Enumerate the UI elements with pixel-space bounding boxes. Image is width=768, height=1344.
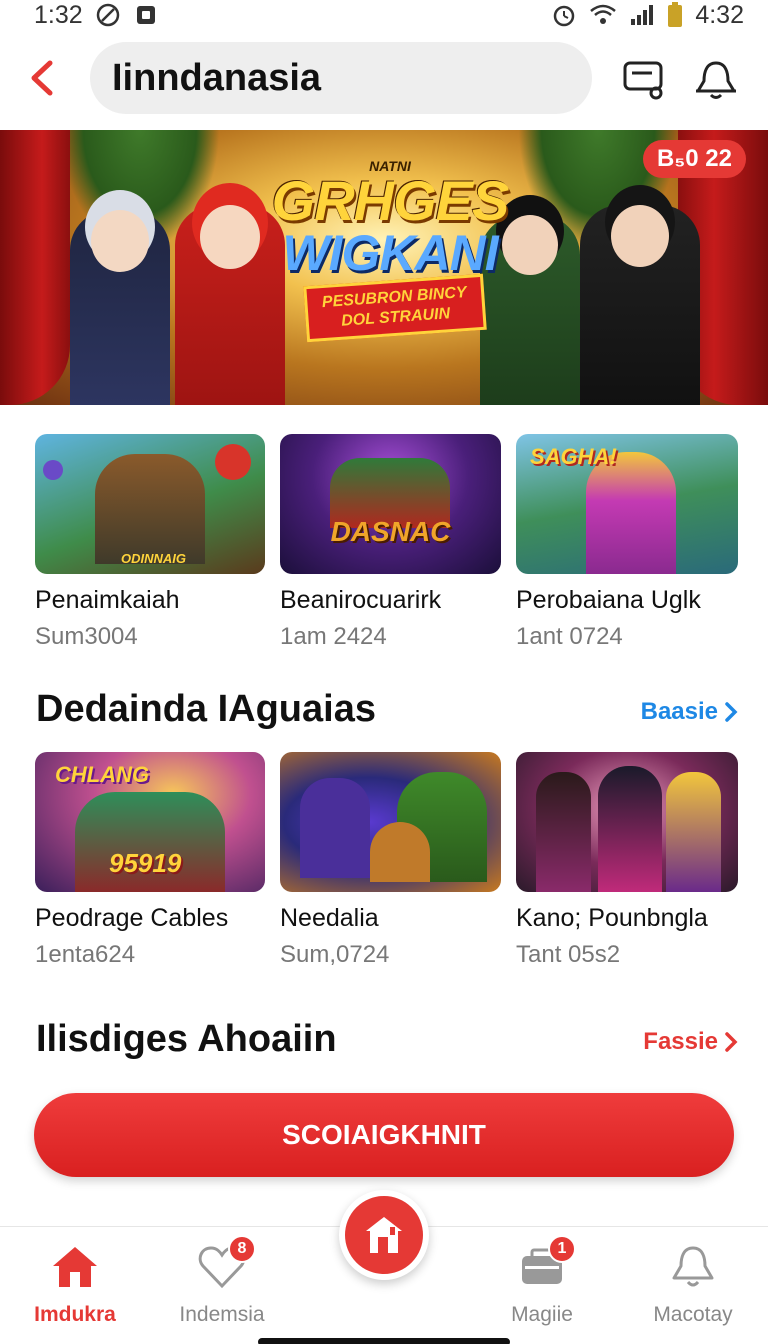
game-thumbnail: SAGHA! bbox=[516, 434, 738, 574]
search-value: Iinndanasia bbox=[112, 56, 322, 99]
thumbnail-logo: DASNAC bbox=[330, 516, 451, 547]
battery-icon bbox=[667, 2, 683, 28]
nav-label-notifications: Macotay bbox=[653, 1303, 733, 1326]
curtain-left-decoration bbox=[0, 130, 70, 405]
see-all-label: Baasie bbox=[640, 698, 718, 725]
game-card[interactable]: SAGHA! Perobaiana Uglk 1ant 0724 bbox=[516, 434, 738, 651]
nav-item-notifications[interactable]: Macotay bbox=[638, 1241, 748, 1327]
hero-badge: B₅0 22 bbox=[642, 140, 746, 178]
notifications-button[interactable] bbox=[692, 58, 740, 102]
section-title: Ilisdiges Ahoaiin bbox=[36, 1018, 337, 1060]
see-all-label: Fassie bbox=[643, 1028, 718, 1055]
game-subtitle: Tant 05s2 bbox=[516, 941, 621, 968]
game-thumbnail bbox=[516, 752, 738, 892]
game-title: Peodrage Cables bbox=[35, 904, 229, 932]
back-arrow-icon bbox=[31, 60, 53, 96]
game-thumbnail: DASNAC bbox=[280, 434, 501, 574]
thumbnail-logo: ODINNAIG bbox=[121, 551, 186, 566]
hero-title-line-2: WIGKANI bbox=[282, 225, 498, 281]
game-thumbnail: ODINNAIG bbox=[35, 434, 265, 574]
search-field[interactable]: Iinndanasia bbox=[90, 42, 592, 114]
nav-item-home[interactable]: Imdukra bbox=[20, 1241, 130, 1327]
notification-badge: 8 bbox=[228, 1235, 256, 1263]
see-all-link[interactable]: Baasie bbox=[641, 698, 738, 726]
thumbnail-logo: CHLANG bbox=[55, 762, 150, 787]
notification-badge: 1 bbox=[548, 1235, 576, 1263]
home-indicator bbox=[258, 1338, 510, 1344]
bell-outline-icon bbox=[665, 1241, 721, 1293]
bell-icon bbox=[696, 61, 736, 99]
back-button[interactable] bbox=[22, 56, 62, 100]
status-time-left: 1:32 bbox=[34, 0, 83, 29]
hero-banner[interactable]: NATNI GRHGES WIGKANI PESUBRON BINCY DOL … bbox=[0, 130, 768, 405]
hero-title-line-1: GRHGES bbox=[271, 169, 510, 232]
game-title: Perobaiana Uglk bbox=[516, 586, 701, 614]
hero-character-1 bbox=[70, 210, 170, 405]
game-card[interactable]: CHLANG 95919 Peodrage Cables 1enta624 bbox=[35, 752, 265, 969]
home-icon bbox=[47, 1241, 103, 1293]
game-title: Beanirocuarirk bbox=[280, 586, 442, 614]
store-icon bbox=[366, 1217, 402, 1253]
game-card[interactable]: ODINNAIG Penaimkaiah Sum3004 bbox=[35, 434, 265, 651]
game-subtitle: Sum3004 bbox=[35, 623, 138, 650]
game-thumbnail: CHLANG 95919 bbox=[35, 752, 265, 892]
wifi-icon bbox=[589, 3, 617, 27]
game-thumbnail bbox=[280, 752, 501, 892]
nav-item-wallet[interactable]: 1 Magiie bbox=[487, 1235, 597, 1327]
game-subtitle: 1enta624 bbox=[35, 941, 136, 968]
thumbnail-logo: SAGHA! bbox=[530, 444, 617, 469]
game-subtitle: 1ant 0724 bbox=[516, 623, 623, 650]
nav-item-favorites[interactable]: 8 Indemsia bbox=[167, 1235, 277, 1327]
alarm-icon bbox=[551, 2, 577, 28]
game-subtitle: 1am 2424 bbox=[280, 623, 387, 650]
chat-button[interactable] bbox=[620, 58, 668, 102]
do-not-disturb-icon bbox=[95, 2, 121, 28]
game-card[interactable]: Kano; Pounbngla Tant 05s2 bbox=[516, 752, 738, 969]
wallet-icon: 1 bbox=[514, 1235, 576, 1293]
hero-character-4 bbox=[580, 205, 700, 405]
nav-label-wallet: Magiie bbox=[511, 1303, 573, 1326]
heart-icon: 8 bbox=[194, 1235, 256, 1293]
thumbnail-number: 95919 bbox=[109, 848, 182, 878]
see-all-link[interactable]: Fassie bbox=[643, 1028, 738, 1056]
section-header-1: Dedainda IAguaias Baasie bbox=[0, 688, 768, 738]
game-card[interactable]: Needalia Sum,0724 bbox=[280, 752, 501, 969]
chat-icon bbox=[623, 61, 663, 100]
center-action-button[interactable] bbox=[339, 1190, 429, 1280]
primary-cta-button[interactable]: SCOIAIGKHNIT bbox=[34, 1093, 734, 1177]
nav-label-favorites: Indemsia bbox=[179, 1303, 265, 1326]
screen-rotate-icon bbox=[133, 2, 159, 28]
game-title: Needalia bbox=[280, 904, 379, 932]
section-header-2: Ilisdiges Ahoaiin Fassie bbox=[0, 1018, 768, 1068]
game-title: Penaimkaiah bbox=[35, 586, 180, 614]
game-card[interactable]: DASNAC Beanirocuarirk 1am 2424 bbox=[280, 434, 501, 651]
section-title: Dedainda IAguaias bbox=[36, 688, 376, 730]
chevron-right-icon bbox=[725, 1032, 738, 1052]
hero-character-2 bbox=[175, 205, 285, 405]
game-title: Kano; Pounbngla bbox=[516, 904, 708, 932]
chevron-right-icon bbox=[725, 702, 738, 722]
hero-title: NATNI GRHGES WIGKANI bbox=[270, 158, 510, 278]
top-app-bar: Iinndanasia bbox=[0, 40, 768, 118]
status-bar: 1:32 4:32 bbox=[0, 0, 768, 30]
nav-label-home: Imdukra bbox=[34, 1303, 116, 1326]
game-subtitle: Sum,0724 bbox=[280, 941, 390, 968]
cta-label: SCOIAIGKHNIT bbox=[282, 1119, 486, 1150]
signal-icon bbox=[629, 3, 655, 27]
status-time-right: 4:32 bbox=[695, 0, 744, 29]
